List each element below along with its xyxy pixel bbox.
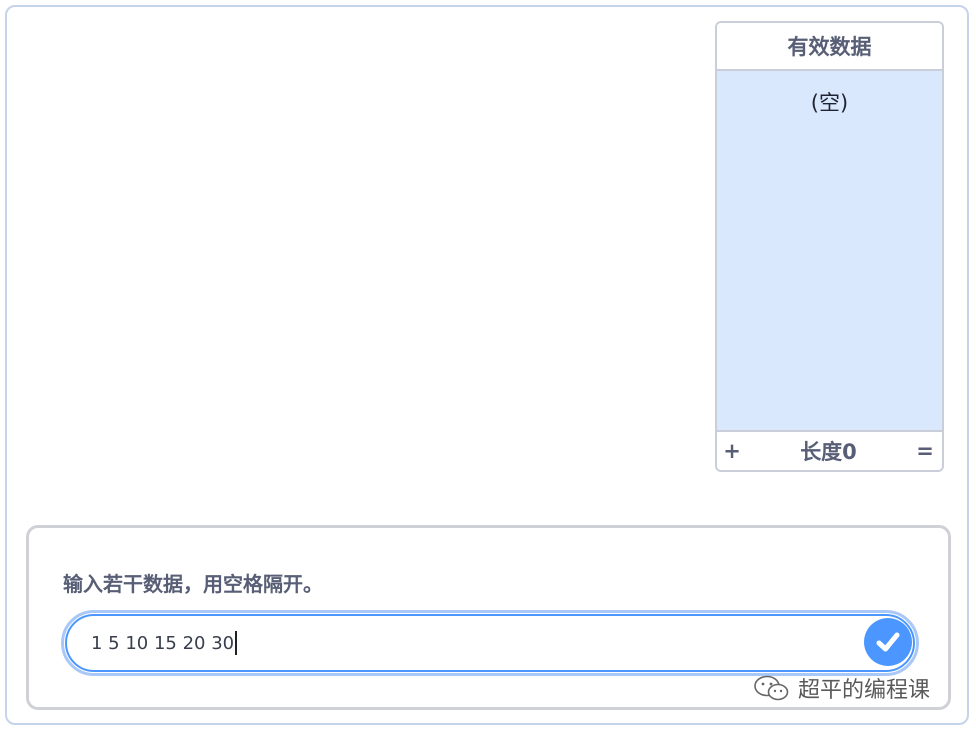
add-item-button[interactable]: + — [723, 439, 741, 463]
list-footer: + 长度0 = — [717, 430, 942, 470]
list-length: 长度0 — [800, 440, 857, 464]
checkmark-icon — [876, 632, 900, 652]
list-title: 有效数据 — [717, 23, 942, 71]
answer-input[interactable]: 1 5 10 15 20 30 — [65, 614, 915, 672]
watermark: 超平的编程课 — [752, 672, 930, 704]
submit-button[interactable] — [864, 618, 912, 666]
ask-input-focus-ring: 1 5 10 15 20 30 — [61, 610, 919, 676]
list-body[interactable]: (空) — [717, 71, 942, 430]
list-empty-text: (空) — [810, 91, 849, 115]
wechat-icon — [754, 675, 789, 701]
answer-input-value: 1 5 10 15 20 30 — [91, 632, 235, 654]
list-monitor: 有效数据 (空) + 长度0 = — [715, 21, 944, 472]
resize-handle[interactable]: = — [916, 439, 934, 463]
stage: 有效数据 (空) + 长度0 = 输入若干数据，用空格隔开。 1 5 10 15… — [5, 5, 969, 725]
text-caret — [235, 631, 238, 655]
ask-question: 输入若干数据，用空格隔开。 — [63, 572, 323, 596]
watermark-text: 超平的编程课 — [798, 678, 931, 703]
